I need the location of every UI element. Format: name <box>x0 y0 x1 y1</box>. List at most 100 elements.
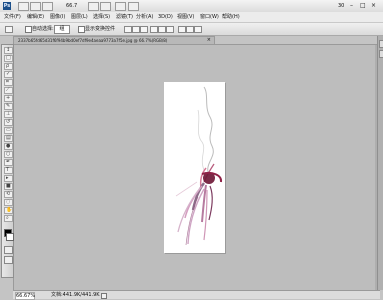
view-extras-button[interactable] <box>42 2 53 11</box>
lasso-icon: ρ <box>6 63 10 69</box>
3d-orbit-tool-button[interactable]: ◌ <box>4 199 13 206</box>
spot-heal-icon: + <box>6 95 11 101</box>
crop-icon: ⌗ <box>6 79 9 85</box>
blur-icon: ● <box>6 143 11 149</box>
align-right-icon[interactable] <box>166 26 174 33</box>
align-bottom-icon[interactable] <box>140 26 148 33</box>
dodge-tool-button[interactable]: ○ <box>4 151 13 158</box>
history-brush-icon: ↺ <box>6 119 11 125</box>
clone-stamp-tool-button[interactable]: ⊥ <box>4 111 13 118</box>
show-transform-checkbox[interactable] <box>78 26 85 33</box>
minimize-button[interactable]: – <box>350 2 353 9</box>
panel-toggle-icon[interactable] <box>379 40 383 48</box>
hand-tool-button[interactable] <box>88 2 99 11</box>
gradient-icon: ▤ <box>6 135 11 141</box>
path-selection-icon: ▸ <box>6 175 9 181</box>
zoom-tool-button[interactable] <box>100 2 111 11</box>
pen-tool-button[interactable]: ✒ <box>4 159 13 166</box>
menu-layer[interactable]: 图层(L) <box>71 13 88 21</box>
workspace-label[interactable]: 30 <box>338 3 344 9</box>
bridge-button[interactable] <box>18 2 29 11</box>
path-selection-tool-button[interactable]: ▸ <box>4 175 13 182</box>
auto-select-label: 自动选择: <box>32 26 54 32</box>
document-tab-title: 2337b65fd65d31f6f94b9bd0ef7df9e4aeaa9773… <box>18 38 168 43</box>
screen-mode-panel-button[interactable] <box>4 256 13 264</box>
distribute-middle-icon[interactable] <box>186 26 194 33</box>
document-close-icon[interactable]: × <box>207 37 211 43</box>
menu-file[interactable]: 文件(F) <box>4 13 21 21</box>
eyedropper-tool-button[interactable]: ⟋ <box>4 87 13 94</box>
zoom-tool-button-panel[interactable]: ⌕ <box>4 215 13 222</box>
lasso-tool-button[interactable]: ρ <box>4 63 13 70</box>
marquee-tool-button[interactable]: □ <box>4 55 13 62</box>
brush-tool-button[interactable]: ✎ <box>4 103 13 110</box>
status-zoom-field[interactable]: 66.67% <box>15 292 35 300</box>
3d-orbit-icon: ◌ <box>6 199 11 205</box>
menu-view[interactable]: 视图(V) <box>177 13 194 21</box>
menu-image[interactable]: 图像(I) <box>50 13 65 21</box>
align-center-icon[interactable] <box>158 26 166 33</box>
options-bar: 自动选择: 组 显示变换控件 <box>0 23 383 36</box>
auto-select-checkbox[interactable] <box>25 26 32 33</box>
status-menu-arrow-icon[interactable] <box>101 293 107 299</box>
quick-mask-button[interactable] <box>4 246 13 254</box>
rectangle-tool-button[interactable]: ■ <box>4 183 13 190</box>
image-canvas[interactable] <box>164 82 225 253</box>
document-size-info: 文档:441.9K/441.9K <box>51 292 100 298</box>
eyedropper-icon: ⟋ <box>6 87 10 93</box>
align-left-icon[interactable] <box>150 26 158 33</box>
pen-icon: ✒ <box>6 159 11 165</box>
dodge-icon: ○ <box>6 151 11 157</box>
eraser-icon: ▭ <box>6 127 11 133</box>
type-icon: T <box>6 167 10 173</box>
maximize-button[interactable]: □ <box>360 2 366 9</box>
quick-selection-icon: ✓ <box>6 71 11 77</box>
status-bar: 66.67% 文档:441.9K/441.9K <box>13 290 380 300</box>
ink-figure-artwork <box>175 86 223 246</box>
move-tool-preset-icon[interactable] <box>5 26 13 33</box>
toolbox-panel: ↕ □ ρ ✓ ⌗ ⟋ + ✎ ⊥ ↺ ▭ ▤ ● ○ ✒ T ▸ ■ ⟲ ◌ … <box>1 44 14 278</box>
menu-3d[interactable]: 3D(D) <box>158 13 173 21</box>
distribute-top-icon[interactable] <box>178 26 186 33</box>
mini-bridge-button[interactable] <box>30 2 41 11</box>
blur-tool-button[interactable]: ● <box>4 143 13 150</box>
menu-window[interactable]: 窗口(W) <box>200 13 219 21</box>
zoom-level-field[interactable]: 66.7 <box>66 3 77 9</box>
move-tool-button[interactable]: ↕ <box>4 47 13 54</box>
menu-select[interactable]: 选择(S) <box>93 13 110 21</box>
menu-help[interactable]: 帮助(H) <box>222 13 240 21</box>
zoom-icon: ⌕ <box>6 215 9 221</box>
arrange-documents-button[interactable] <box>115 2 126 11</box>
menu-filter[interactable]: 滤镜(T) <box>116 13 133 21</box>
3d-rotate-tool-button[interactable]: ⟲ <box>4 191 13 198</box>
align-middle-icon[interactable] <box>132 26 140 33</box>
hand-icon: ✋ <box>6 207 13 213</box>
quick-selection-tool-button[interactable]: ✓ <box>4 71 13 78</box>
right-panel-dock <box>377 36 383 290</box>
distribute-bottom-icon[interactable] <box>194 26 202 33</box>
crop-tool-button[interactable]: ⌗ <box>4 79 13 86</box>
menu-analysis[interactable]: 分析(A) <box>136 13 153 21</box>
background-color-swatch[interactable] <box>6 233 14 241</box>
menu-edit[interactable]: 编辑(E) <box>27 13 44 21</box>
hand-tool-button-panel[interactable]: ✋ <box>4 207 13 214</box>
type-tool-button[interactable]: T <box>4 167 13 174</box>
gradient-tool-button[interactable]: ▤ <box>4 135 13 142</box>
menu-bar: 文件(F) 编辑(E) 图像(I) 图层(L) 选择(S) 滤镜(T) 分析(A… <box>0 12 383 23</box>
layer-select-dropdown[interactable]: 组 <box>54 25 70 34</box>
screen-mode-button[interactable] <box>128 2 139 11</box>
align-top-icon[interactable] <box>124 26 132 33</box>
eraser-tool-button[interactable]: ▭ <box>4 127 13 134</box>
3d-rotate-icon: ⟲ <box>6 191 11 197</box>
history-brush-tool-button[interactable]: ↺ <box>4 119 13 126</box>
show-transform-label: 显示变换控件 <box>85 26 116 32</box>
panel-toggle-icon-secondary[interactable] <box>379 50 383 58</box>
clone-stamp-icon: ⊥ <box>6 111 11 117</box>
marquee-icon: □ <box>6 55 11 61</box>
brush-icon: ✎ <box>6 103 11 109</box>
move-icon: ↕ <box>6 47 11 53</box>
rectangle-icon: ■ <box>6 183 11 189</box>
spot-heal-tool-button[interactable]: + <box>4 95 13 102</box>
document-tab[interactable]: 2337b65fd65d31f6f94b9bd0ef7df9e4aeaa9773… <box>13 36 215 44</box>
close-button[interactable]: × <box>371 2 376 9</box>
